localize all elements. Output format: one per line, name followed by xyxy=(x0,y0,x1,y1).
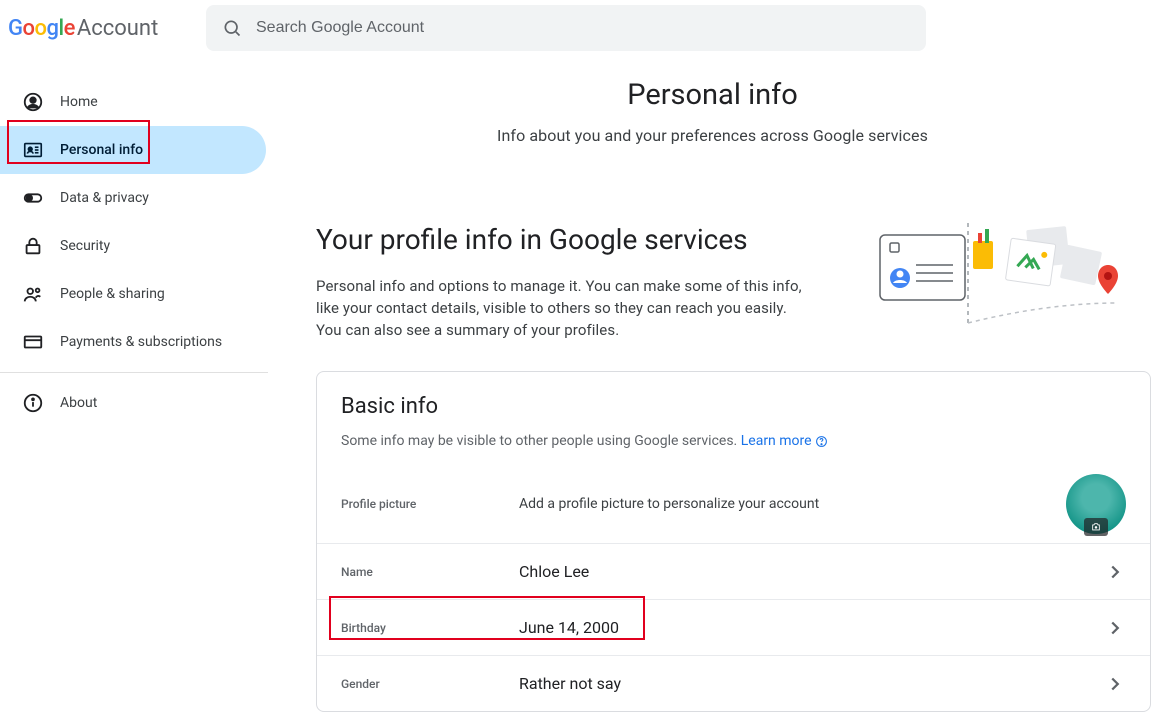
divider xyxy=(0,372,268,373)
page-subtitle: Info about you and your preferences acro… xyxy=(268,126,1157,145)
row-value: June 14, 2000 xyxy=(519,618,1104,637)
row-birthday[interactable]: Birthday June 14, 2000 xyxy=(317,599,1150,655)
card-icon xyxy=(22,331,46,353)
chevron-right-icon xyxy=(1104,561,1126,583)
sidebar: Home Personal info Data & privacy Securi… xyxy=(0,56,268,712)
illustration xyxy=(868,223,1148,333)
toggle-icon xyxy=(22,187,46,209)
chevron-right-icon xyxy=(1104,617,1126,639)
sidebar-item-data-privacy[interactable]: Data & privacy xyxy=(0,174,266,222)
sidebar-item-payments[interactable]: Payments & subscriptions xyxy=(0,318,266,366)
row-value: Add a profile picture to personalize you… xyxy=(519,496,1066,512)
google-logo: Google xyxy=(8,16,75,41)
search-icon xyxy=(222,18,242,38)
header: Google Account xyxy=(0,0,1157,56)
sidebar-item-label: Home xyxy=(60,94,98,110)
row-label: Birthday xyxy=(341,621,519,635)
people-icon xyxy=(22,283,46,305)
basic-info-subtitle: Some info may be visible to other people… xyxy=(317,425,1150,465)
profile-section-desc: Personal info and options to manage it. … xyxy=(316,276,816,341)
sidebar-item-label: Security xyxy=(60,238,110,254)
page-title: Personal info xyxy=(268,78,1157,112)
sidebar-item-label: People & sharing xyxy=(60,286,165,302)
sidebar-item-label: Personal info xyxy=(60,142,143,158)
sidebar-item-about[interactable]: About xyxy=(0,379,266,427)
camera-icon xyxy=(1084,518,1108,536)
info-icon xyxy=(22,392,46,414)
logo[interactable]: Google Account xyxy=(8,16,206,41)
profile-section-head: Your profile info in Google services Per… xyxy=(316,223,1157,341)
row-label: Gender xyxy=(341,677,519,691)
search-bar[interactable] xyxy=(206,5,926,51)
row-label: Profile picture xyxy=(341,497,519,511)
basic-info-card: Basic info Some info may be visible to o… xyxy=(316,371,1151,712)
id-card-icon xyxy=(22,139,46,161)
basic-info-title: Basic info xyxy=(317,372,1150,425)
sidebar-item-label: Payments & subscriptions xyxy=(60,334,222,350)
product-name: Account xyxy=(77,16,158,41)
sidebar-item-label: Data & privacy xyxy=(60,190,149,206)
sidebar-item-personal-info[interactable]: Personal info xyxy=(0,126,266,174)
main-content: Personal info Info about you and your pr… xyxy=(268,56,1157,712)
chevron-right-icon xyxy=(1104,673,1126,695)
avatar[interactable] xyxy=(1066,474,1126,534)
learn-more-link[interactable]: Learn more xyxy=(741,433,828,449)
row-profile-picture[interactable]: Profile picture Add a profile picture to… xyxy=(317,465,1150,543)
profile-section-title: Your profile info in Google services xyxy=(316,223,816,256)
row-value: Rather not say xyxy=(519,674,1104,693)
sidebar-item-people-sharing[interactable]: People & sharing xyxy=(0,270,266,318)
sidebar-item-home[interactable]: Home xyxy=(0,78,266,126)
home-icon xyxy=(22,91,46,113)
search-input[interactable] xyxy=(256,19,910,37)
row-gender[interactable]: Gender Rather not say xyxy=(317,655,1150,711)
sidebar-item-label: About xyxy=(60,395,97,411)
sidebar-item-security[interactable]: Security xyxy=(0,222,266,270)
lock-icon xyxy=(22,235,46,257)
row-value: Chloe Lee xyxy=(519,562,1104,581)
row-name[interactable]: Name Chloe Lee xyxy=(317,543,1150,599)
help-icon xyxy=(815,435,828,448)
row-label: Name xyxy=(341,565,519,579)
